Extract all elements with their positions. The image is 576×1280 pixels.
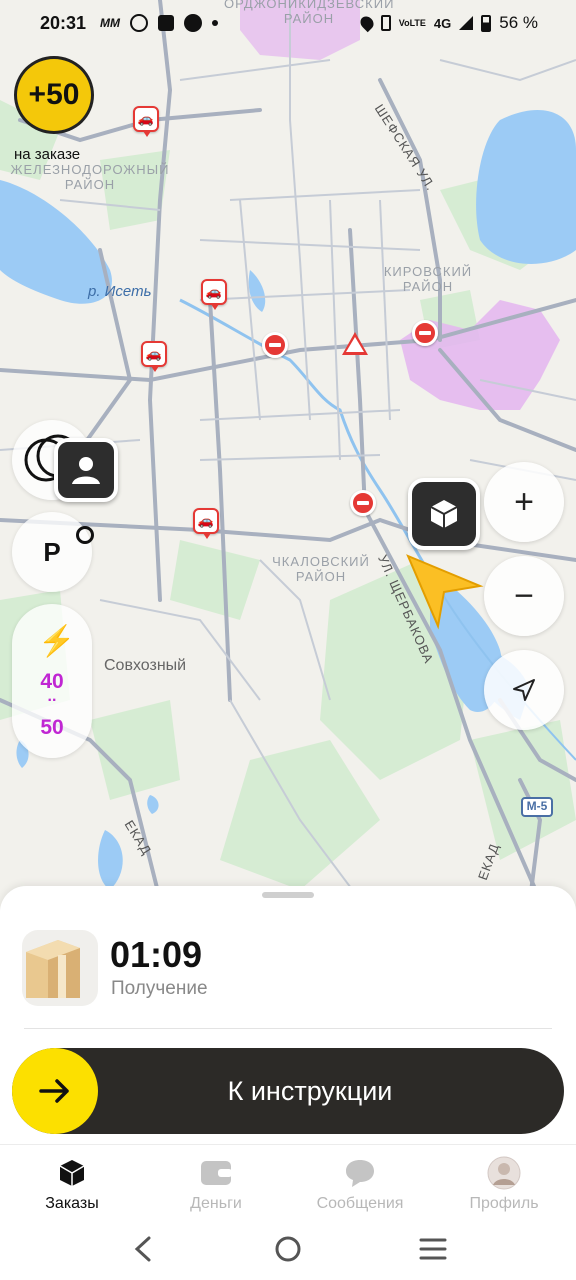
battery-percent: 56 % xyxy=(499,13,538,32)
chat-icon xyxy=(343,1157,377,1189)
tab-messages[interactable]: Сообщения xyxy=(288,1145,432,1218)
navigation-arrow-icon xyxy=(406,554,484,630)
accident-marker-icon[interactable]: 🚗 xyxy=(133,106,159,137)
dot-icon xyxy=(212,20,219,26)
bonus-value: +50 xyxy=(28,78,80,111)
tab-money-label: Деньги xyxy=(190,1195,242,1212)
road-works-icon[interactable] xyxy=(342,332,368,355)
notification-icons: MM xyxy=(100,14,219,32)
order-sheet[interactable]: 01:09 Получение К инструкции xyxy=(0,886,576,1144)
lightning-icon: ⚡ xyxy=(38,625,76,658)
home-icon xyxy=(275,1236,301,1262)
pinterest-icon xyxy=(130,14,149,32)
parking-ring-icon xyxy=(76,526,94,544)
bonus-label: на заказе xyxy=(14,146,81,163)
district-kirovsky-label: КИРОВСКИЙ РАЙОН xyxy=(383,264,473,294)
accident-marker-icon[interactable]: 🚗 xyxy=(201,279,227,310)
back-button[interactable] xyxy=(113,1224,173,1274)
minus-icon: − xyxy=(514,576,534,615)
highway-shield-label: М-5 xyxy=(526,799,548,813)
order-destination-pin[interactable] xyxy=(408,478,480,550)
bag-icon xyxy=(158,15,175,31)
zoom-in-button[interactable]: + xyxy=(484,462,564,542)
vibrate-icon xyxy=(380,15,391,31)
locate-me-button[interactable] xyxy=(484,650,564,730)
road-closed-icon[interactable] xyxy=(350,490,376,516)
sheet-handle[interactable] xyxy=(262,892,314,898)
system-nav-bar xyxy=(0,1218,576,1280)
leaf-icon xyxy=(184,14,203,32)
tab-orders-label: Заказы xyxy=(45,1195,99,1212)
road-closed-icon[interactable] xyxy=(262,332,288,358)
clock: 20:31 xyxy=(40,12,87,33)
surge-max: 50 xyxy=(40,716,64,739)
status-bar: 20:31 MM VoLTE 4G 56 % xyxy=(0,0,576,46)
bonus-badge[interactable]: +50 xyxy=(14,56,94,134)
mm-icon: MM xyxy=(100,16,121,30)
tab-messages-label: Сообщения xyxy=(316,1195,404,1212)
accident-marker-icon[interactable]: 🚗 xyxy=(193,508,219,539)
box-icon xyxy=(430,500,458,528)
parcel-thumbnail xyxy=(22,930,98,1006)
order-stage: Получение xyxy=(111,978,208,999)
menu-icon xyxy=(419,1238,447,1260)
battery-icon xyxy=(481,14,492,32)
surge-separator: .. xyxy=(47,688,57,705)
tab-profile-label: Профиль xyxy=(469,1195,539,1212)
box-icon xyxy=(55,1157,89,1189)
signal-icon xyxy=(459,16,474,30)
navigation-icon xyxy=(513,679,535,701)
accident-marker-icon[interactable]: 🚗 xyxy=(141,341,167,372)
zoom-out-button[interactable]: − xyxy=(484,556,564,636)
recents-button[interactable] xyxy=(403,1224,463,1274)
river-label: р. Исеть xyxy=(88,283,152,300)
plus-icon: + xyxy=(514,482,534,521)
parcel-icon xyxy=(26,940,80,998)
swipe-knob[interactable] xyxy=(12,1048,98,1134)
driver-avatar-pin[interactable] xyxy=(54,438,118,502)
bottom-tab-bar: Заказы Деньги Сообщения Профиль xyxy=(0,1144,576,1218)
wallet-icon xyxy=(199,1157,233,1189)
location-icon xyxy=(357,13,376,33)
network-type: 4G xyxy=(433,15,452,31)
road-closed-icon[interactable] xyxy=(412,320,438,346)
place-label: Совхозный xyxy=(104,657,187,674)
tab-profile[interactable]: Профиль xyxy=(432,1145,576,1218)
volte-icon: VoLTE xyxy=(398,18,426,28)
person-icon xyxy=(72,457,100,484)
parking-button[interactable]: P xyxy=(12,512,94,592)
system-icons: VoLTE 4G 56 % xyxy=(357,13,538,33)
district-chkalovsky-label: ЧКАЛОВСКИЙ РАЙОН xyxy=(272,554,370,584)
parking-icon: P xyxy=(43,536,61,567)
district-zheleznodorozhny-label: ЖЕЛЕЗНОДОРОЖНЫЙ РАЙОН xyxy=(10,162,170,192)
divider xyxy=(24,1028,552,1029)
back-icon xyxy=(134,1236,151,1262)
instructions-button[interactable]: К инструкции xyxy=(12,1048,564,1134)
order-timer: 01:09 xyxy=(110,934,203,975)
surge-button[interactable]: ⚡ 40 .. 50 xyxy=(12,604,92,758)
tab-orders[interactable]: Заказы xyxy=(0,1145,144,1218)
arrow-right-icon xyxy=(39,1079,69,1103)
home-button[interactable] xyxy=(258,1224,318,1274)
tab-money[interactable]: Деньги xyxy=(144,1145,288,1218)
profile-avatar-icon xyxy=(487,1156,521,1190)
